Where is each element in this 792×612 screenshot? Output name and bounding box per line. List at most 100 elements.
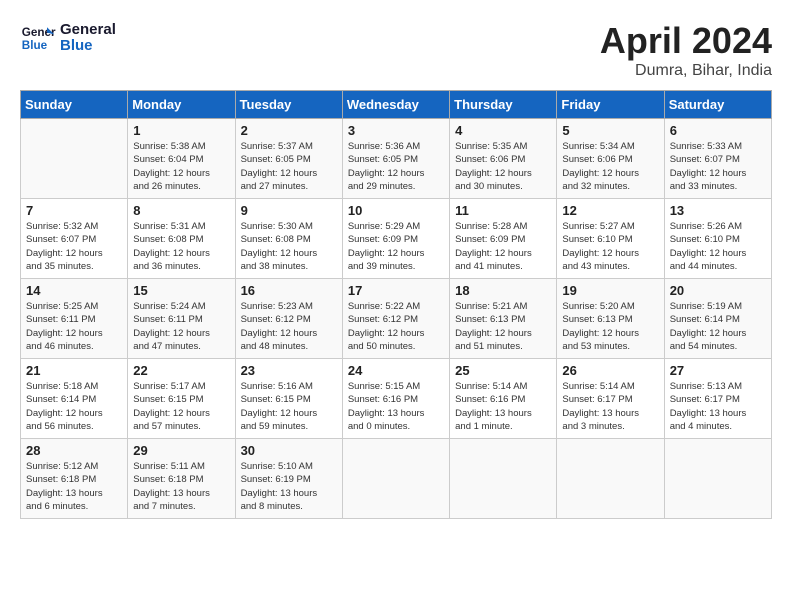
calendar-week-row: 14Sunrise: 5:25 AM Sunset: 6:11 PM Dayli… [21,279,772,359]
calendar-cell: 29 Sunrise: 5:11 AM Sunset: 6:18 PM Dayli… [128,439,235,519]
day-header-sunday: Sunday [21,91,128,119]
day-info: Sunrise: 5:35 AM Sunset: 6:06 PM Dayligh… [455,140,551,193]
day-number: 25 [455,363,551,378]
day-header-saturday: Saturday [664,91,771,119]
day-info: Sunrise: 5:13 AM Sunset: 6:17 PM Dayligh… [670,380,766,433]
calendar-week-row: 1 Sunrise: 5:38 AM Sunset: 6:04 PM Daylig… [21,119,772,199]
calendar-header-row: SundayMondayTuesdayWednesdayThursdayFrid… [21,91,772,119]
calendar-cell: 20Sunrise: 5:19 AM Sunset: 6:14 PM Dayli… [664,279,771,359]
day-info: Sunrise: 5:10 AM Sunset: 6:19 PM Dayligh… [241,460,337,513]
day-number: 2 [241,123,337,138]
calendar-cell: 17 Sunrise: 5:22 AM Sunset: 6:12 PM Dayli… [342,279,449,359]
day-number: 18 [455,283,551,298]
day-info: Sunrise: 5:34 AM Sunset: 6:06 PM Dayligh… [562,140,658,193]
calendar-cell: 13 Sunrise: 5:26 AM Sunset: 6:10 PM Dayli… [664,199,771,279]
logo-line2: Blue [60,38,116,55]
calendar-week-row: 21Sunrise: 5:18 AM Sunset: 6:14 PM Dayli… [21,359,772,439]
calendar-cell [342,439,449,519]
calendar-cell: 10 Sunrise: 5:29 AM Sunset: 6:09 PM Dayli… [342,199,449,279]
day-number: 16 [241,283,337,298]
day-info: Sunrise: 5:27 AM Sunset: 6:10 PM Dayligh… [562,220,658,273]
day-info: Sunrise: 5:22 AM Sunset: 6:12 PM Dayligh… [348,300,444,353]
day-number: 13 [670,203,766,218]
day-number: 10 [348,203,444,218]
title-block: April 2024 Dumra, Bihar, India [600,20,772,80]
calendar-cell: 24Sunrise: 5:15 AM Sunset: 6:16 PM Dayli… [342,359,449,439]
day-info: Sunrise: 5:18 AM Sunset: 6:14 PM Dayligh… [26,380,122,433]
day-number: 1 [133,123,229,138]
calendar-body: 1 Sunrise: 5:38 AM Sunset: 6:04 PM Daylig… [21,119,772,519]
calendar-cell: 26 Sunrise: 5:14 AM Sunset: 6:17 PM Dayli… [557,359,664,439]
calendar-cell: 14Sunrise: 5:25 AM Sunset: 6:11 PM Dayli… [21,279,128,359]
calendar-cell: 5 Sunrise: 5:34 AM Sunset: 6:06 PM Daylig… [557,119,664,199]
day-number: 6 [670,123,766,138]
calendar-cell: 18 Sunrise: 5:21 AM Sunset: 6:13 PM Dayli… [450,279,557,359]
day-number: 3 [348,123,444,138]
day-number: 28 [26,443,122,458]
calendar-cell [664,439,771,519]
day-info: Sunrise: 5:14 AM Sunset: 6:16 PM Dayligh… [455,380,551,433]
day-number: 29 [133,443,229,458]
day-header-friday: Friday [557,91,664,119]
day-info: Sunrise: 5:31 AM Sunset: 6:08 PM Dayligh… [133,220,229,273]
day-number: 5 [562,123,658,138]
day-header-wednesday: Wednesday [342,91,449,119]
calendar-cell: 9 Sunrise: 5:30 AM Sunset: 6:08 PM Daylig… [235,199,342,279]
day-info: Sunrise: 5:19 AM Sunset: 6:14 PM Dayligh… [670,300,766,353]
day-number: 24 [348,363,444,378]
day-number: 15 [133,283,229,298]
calendar-week-row: 28Sunrise: 5:12 AM Sunset: 6:18 PM Dayli… [21,439,772,519]
location-title: Dumra, Bihar, India [600,62,772,80]
day-number: 30 [241,443,337,458]
day-number: 27 [670,363,766,378]
day-number: 22 [133,363,229,378]
logo-line1: General [60,22,116,39]
day-info: Sunrise: 5:32 AM Sunset: 6:07 PM Dayligh… [26,220,122,273]
day-info: Sunrise: 5:21 AM Sunset: 6:13 PM Dayligh… [455,300,551,353]
calendar-cell: 27 Sunrise: 5:13 AM Sunset: 6:17 PM Dayli… [664,359,771,439]
calendar-cell: 4 Sunrise: 5:35 AM Sunset: 6:06 PM Daylig… [450,119,557,199]
day-number: 7 [26,203,122,218]
calendar-cell: 8 Sunrise: 5:31 AM Sunset: 6:08 PM Daylig… [128,199,235,279]
day-info: Sunrise: 5:24 AM Sunset: 6:11 PM Dayligh… [133,300,229,353]
svg-text:Blue: Blue [22,39,48,52]
day-number: 4 [455,123,551,138]
calendar-cell: 3 Sunrise: 5:36 AM Sunset: 6:05 PM Daylig… [342,119,449,199]
calendar-cell: 16 Sunrise: 5:23 AM Sunset: 6:12 PM Dayli… [235,279,342,359]
day-info: Sunrise: 5:29 AM Sunset: 6:09 PM Dayligh… [348,220,444,273]
day-info: Sunrise: 5:14 AM Sunset: 6:17 PM Dayligh… [562,380,658,433]
calendar-cell: 22 Sunrise: 5:17 AM Sunset: 6:15 PM Dayli… [128,359,235,439]
calendar-cell [450,439,557,519]
calendar-cell [21,119,128,199]
day-info: Sunrise: 5:26 AM Sunset: 6:10 PM Dayligh… [670,220,766,273]
day-number: 9 [241,203,337,218]
day-info: Sunrise: 5:30 AM Sunset: 6:08 PM Dayligh… [241,220,337,273]
calendar-cell: 11 Sunrise: 5:28 AM Sunset: 6:09 PM Dayli… [450,199,557,279]
calendar-cell: 23Sunrise: 5:16 AM Sunset: 6:15 PM Dayli… [235,359,342,439]
day-info: Sunrise: 5:17 AM Sunset: 6:15 PM Dayligh… [133,380,229,433]
day-info: Sunrise: 5:36 AM Sunset: 6:05 PM Dayligh… [348,140,444,193]
day-info: Sunrise: 5:33 AM Sunset: 6:07 PM Dayligh… [670,140,766,193]
day-header-monday: Monday [128,91,235,119]
day-info: Sunrise: 5:25 AM Sunset: 6:11 PM Dayligh… [26,300,122,353]
calendar-cell: 6 Sunrise: 5:33 AM Sunset: 6:07 PM Daylig… [664,119,771,199]
calendar-cell: 21Sunrise: 5:18 AM Sunset: 6:14 PM Dayli… [21,359,128,439]
day-number: 19 [562,283,658,298]
day-info: Sunrise: 5:23 AM Sunset: 6:12 PM Dayligh… [241,300,337,353]
day-header-thursday: Thursday [450,91,557,119]
day-info: Sunrise: 5:16 AM Sunset: 6:15 PM Dayligh… [241,380,337,433]
calendar-table: SundayMondayTuesdayWednesdayThursdayFrid… [20,90,772,519]
calendar-cell: 12Sunrise: 5:27 AM Sunset: 6:10 PM Dayli… [557,199,664,279]
day-info: Sunrise: 5:11 AM Sunset: 6:18 PM Dayligh… [133,460,229,513]
logo-icon: General Blue [20,20,56,56]
day-number: 11 [455,203,551,218]
day-number: 8 [133,203,229,218]
day-info: Sunrise: 5:38 AM Sunset: 6:04 PM Dayligh… [133,140,229,193]
calendar-cell: 1 Sunrise: 5:38 AM Sunset: 6:04 PM Daylig… [128,119,235,199]
day-number: 17 [348,283,444,298]
day-info: Sunrise: 5:37 AM Sunset: 6:05 PM Dayligh… [241,140,337,193]
day-info: Sunrise: 5:28 AM Sunset: 6:09 PM Dayligh… [455,220,551,273]
day-number: 26 [562,363,658,378]
calendar-cell: 25 Sunrise: 5:14 AM Sunset: 6:16 PM Dayli… [450,359,557,439]
calendar-cell: 7 Sunrise: 5:32 AM Sunset: 6:07 PM Daylig… [21,199,128,279]
